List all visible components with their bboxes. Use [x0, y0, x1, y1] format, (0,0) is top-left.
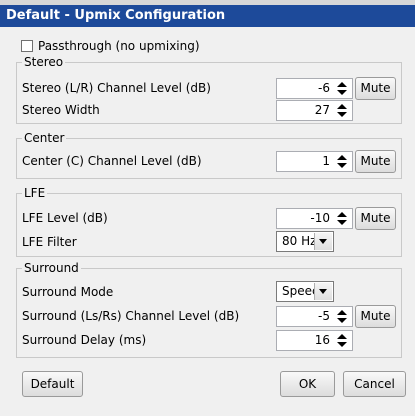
lfe-level-spinner[interactable]: -10 — [276, 208, 353, 229]
lfe-filter-select[interactable]: 80 Hz — [276, 231, 334, 252]
surround-delay-value: 16 — [314, 333, 330, 347]
surround-mode-label: Surround Mode — [22, 285, 114, 299]
lfe-filter-value: 80 Hz — [282, 234, 317, 248]
center-channel-level-spinner[interactable]: 1 — [276, 151, 353, 172]
lfe-filter-label: LFE Filter — [22, 235, 77, 249]
surround-mode-select[interactable]: Speech — [276, 281, 334, 302]
lfe-mute-button[interactable]: Mute — [355, 207, 396, 230]
surround-channel-level-spinner[interactable]: -5 — [276, 306, 353, 327]
surround-mode-value: Speech — [282, 284, 318, 298]
spin-arrows-icon[interactable] — [334, 333, 350, 348]
passthrough-checkbox[interactable] — [21, 40, 33, 52]
spin-arrows-icon[interactable] — [334, 309, 350, 324]
center-channel-level-value: 1 — [322, 154, 330, 168]
center-channel-label: Center (C) Channel Level (dB) — [22, 154, 202, 168]
passthrough-label: Passthrough (no upmixing) — [38, 39, 200, 53]
stereo-channel-level-value: -6 — [318, 81, 330, 95]
window-title: Default - Upmix Configuration — [0, 5, 415, 27]
chevron-down-icon[interactable] — [314, 283, 332, 300]
surround-channel-label: Surround (Ls/Rs) Channel Level (dB) — [22, 309, 240, 323]
spin-arrows-icon[interactable] — [334, 103, 350, 118]
lfe-level-label: LFE Level (dB) — [22, 211, 108, 225]
stereo-width-label: Stereo Width — [22, 103, 100, 117]
stereo-width-spinner[interactable]: 27 — [276, 100, 353, 121]
default-button[interactable]: Default — [22, 371, 83, 397]
stereo-width-value: 27 — [314, 103, 330, 117]
spin-arrows-icon[interactable] — [334, 81, 350, 96]
ok-button[interactable]: OK — [280, 371, 335, 397]
cancel-button[interactable]: Cancel — [343, 371, 406, 397]
surround-delay-spinner[interactable]: 16 — [276, 330, 353, 351]
lfe-level-value: -10 — [310, 211, 330, 225]
surround-mute-button[interactable]: Mute — [355, 305, 396, 328]
stereo-channel-level-spinner[interactable]: -6 — [276, 78, 353, 99]
stereo-legend: Stereo — [22, 54, 66, 70]
surround-delay-label: Surround Delay (ms) — [22, 333, 147, 347]
center-legend: Center — [22, 130, 67, 146]
spin-arrows-icon[interactable] — [334, 211, 350, 226]
stereo-mute-button[interactable]: Mute — [355, 77, 396, 100]
stereo-channel-label: Stereo (L/R) Channel Level (dB) — [22, 81, 211, 95]
chevron-down-icon[interactable] — [314, 233, 332, 250]
spin-arrows-icon[interactable] — [334, 154, 350, 169]
surround-legend: Surround — [22, 260, 81, 276]
center-mute-button[interactable]: Mute — [355, 150, 396, 173]
lfe-legend: LFE — [22, 185, 48, 201]
surround-channel-level-value: -5 — [318, 309, 330, 323]
